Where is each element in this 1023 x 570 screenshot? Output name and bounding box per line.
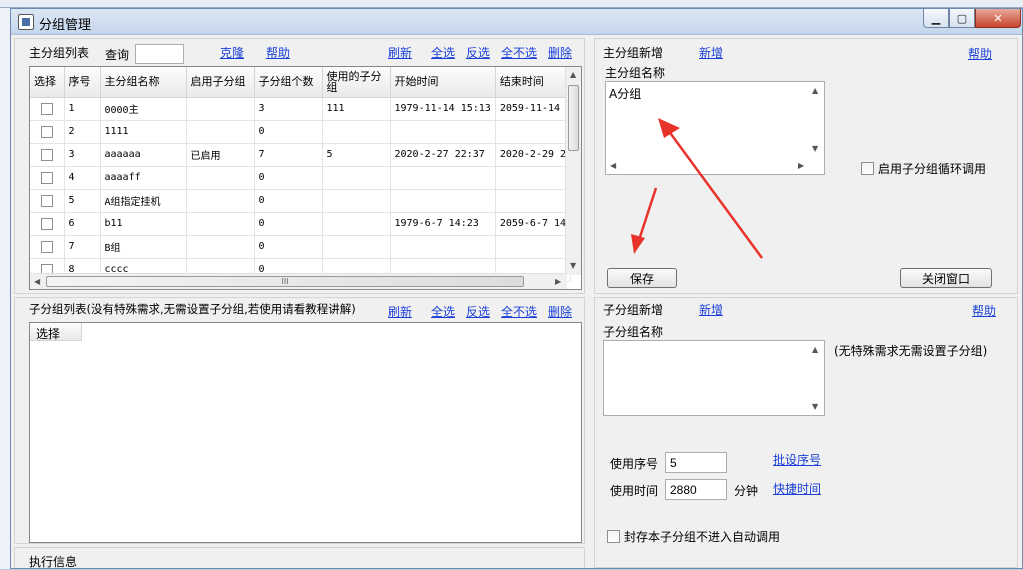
- annotation-arrow-to-save: [631, 187, 658, 254]
- annotation-arrows: [631, 118, 764, 259]
- annotation-arrow-to-textarea: [658, 118, 764, 259]
